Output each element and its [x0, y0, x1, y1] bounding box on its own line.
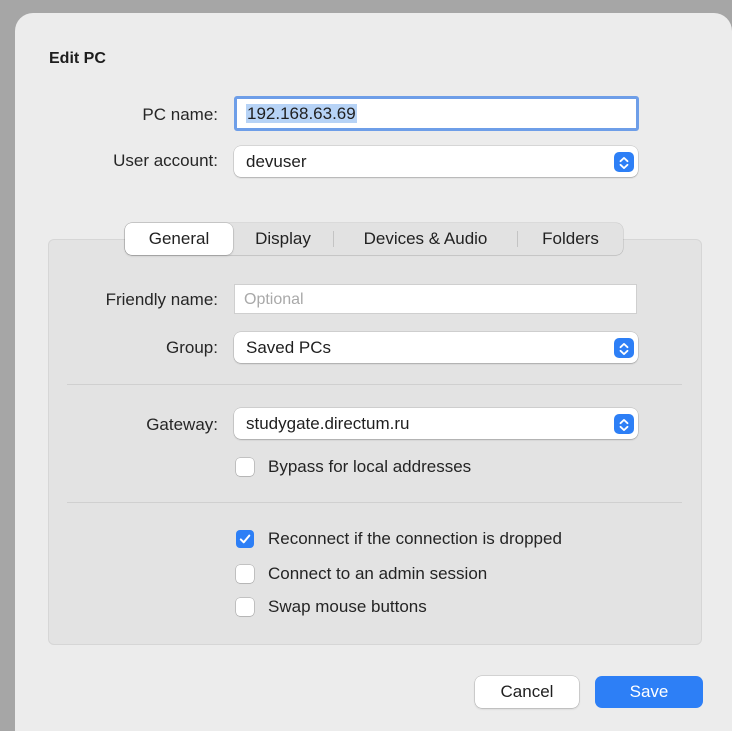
- tab-folders[interactable]: Folders: [518, 223, 623, 255]
- friendly-name-field[interactable]: Optional: [234, 284, 637, 314]
- tab-general[interactable]: General: [125, 223, 233, 255]
- group-popup[interactable]: Saved PCs: [234, 332, 638, 363]
- friendly-name-label: Friendly name:: [105, 290, 218, 309]
- admin-session-checkbox-row[interactable]: Connect to an admin session: [236, 564, 487, 584]
- pc-name-value: 192.168.63.69: [246, 104, 357, 123]
- tab-devices-audio[interactable]: Devices & Audio: [334, 223, 517, 255]
- swap-mouse-checkbox[interactable]: [236, 598, 254, 616]
- cancel-button[interactable]: Cancel: [475, 676, 579, 708]
- gateway-value: studygate.directum.ru: [246, 414, 410, 433]
- save-button[interactable]: Save: [595, 676, 703, 708]
- up-down-chevrons-icon: [614, 413, 634, 434]
- bypass-checkbox-row[interactable]: Bypass for local addresses: [236, 457, 471, 477]
- reconnect-checkbox-row[interactable]: Reconnect if the connection is dropped: [236, 529, 562, 549]
- user-account-label: User account:: [113, 151, 218, 170]
- swap-mouse-label: Swap mouse buttons: [268, 597, 427, 616]
- bypass-checkbox[interactable]: [236, 458, 254, 476]
- user-account-value: devuser: [246, 152, 307, 171]
- tab-display[interactable]: Display: [233, 223, 333, 255]
- swap-mouse-checkbox-row[interactable]: Swap mouse buttons: [236, 597, 427, 617]
- admin-session-checkbox[interactable]: [236, 565, 254, 583]
- pc-name-label: PC name:: [142, 105, 218, 124]
- section-divider: [67, 502, 682, 503]
- tab-bar: General Display Devices & Audio Folders: [125, 223, 623, 255]
- group-label: Group:: [166, 338, 218, 357]
- section-divider: [67, 384, 682, 385]
- dialog-title: Edit PC: [49, 50, 106, 67]
- up-down-chevrons-icon: [614, 337, 634, 358]
- admin-session-label: Connect to an admin session: [268, 564, 488, 583]
- gateway-popup[interactable]: studygate.directum.ru: [234, 408, 638, 439]
- bypass-label: Bypass for local addresses: [268, 457, 472, 476]
- friendly-name-placeholder: Optional: [244, 291, 304, 308]
- user-account-popup[interactable]: devuser: [234, 146, 638, 177]
- gateway-label: Gateway:: [146, 415, 218, 434]
- reconnect-checkbox[interactable]: [236, 530, 254, 548]
- up-down-chevrons-icon: [614, 151, 634, 172]
- checkmark-icon: [239, 534, 251, 544]
- reconnect-label: Reconnect if the connection is dropped: [268, 529, 562, 548]
- pc-name-field[interactable]: 192.168.63.69: [234, 96, 639, 131]
- group-value: Saved PCs: [246, 338, 332, 357]
